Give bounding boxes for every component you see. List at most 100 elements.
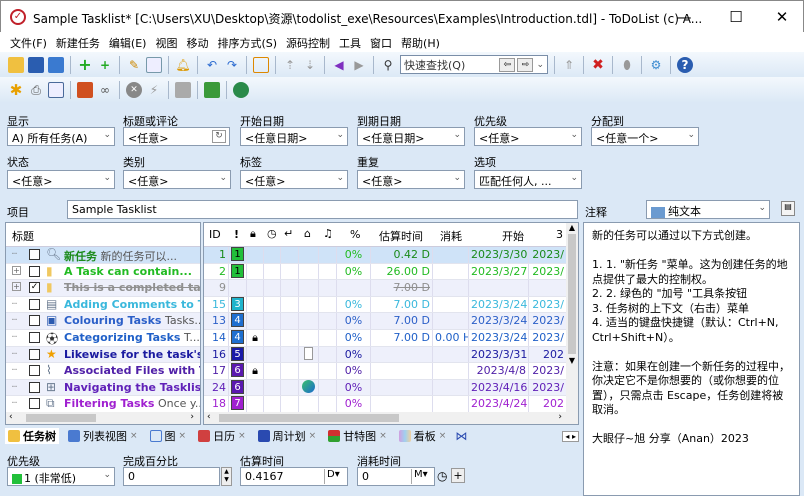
column-header-priority[interactable]: ! (234, 228, 239, 241)
filter-category-combo[interactable]: <任意> ⌄ (123, 170, 231, 189)
column-header-start[interactable]: 开始 (502, 228, 524, 244)
filter-title-input[interactable]: <任意> ↻ (123, 127, 230, 146)
add-time-icon[interactable]: + (451, 468, 465, 483)
task-grid-row[interactable]: 17 6 🔒︎ 0% 2023/4/8 2023/ (204, 363, 578, 380)
notes-textarea[interactable]: 新的任务可以通过以下方式创建。 1. 1. "新任务 "菜单。这为创建任务的地点… (583, 222, 800, 496)
completion-checkbox[interactable] (29, 365, 40, 377)
column-header-due[interactable]: 3 (556, 228, 563, 241)
filter-start-combo[interactable]: <任意日期> ⌄ (240, 127, 348, 146)
grid-horizontal-scrollbar[interactable]: ‹ › (204, 412, 578, 424)
maximize-button[interactable]: ☐ (713, 5, 759, 29)
find-next-button[interactable]: ⇨ (517, 57, 534, 72)
redo-icon[interactable]: ↷ (224, 57, 240, 73)
tab-scroll-buttons[interactable]: ◂ ▸ (562, 430, 579, 442)
task-title[interactable]: Likewise for the task's ... (64, 348, 200, 361)
move-down-icon[interactable]: ⇣ (302, 57, 318, 73)
priority-badge[interactable]: 1 (231, 263, 244, 278)
filter-status-combo[interactable]: <任意> ⌄ (7, 170, 115, 189)
completion-checkbox[interactable] (29, 249, 40, 260)
task-title[interactable]: Navigating the Tasklist (64, 381, 200, 394)
completion-checkbox[interactable] (29, 298, 40, 310)
close-icon[interactable]: × (309, 431, 317, 441)
return-icon[interactable]: ↵ (284, 227, 293, 240)
task-title[interactable]: Colouring Tasks (64, 314, 161, 327)
find-prev-button[interactable]: ⇦ (499, 57, 516, 72)
estimate-input[interactable]: 0.4167 D▾ (240, 467, 348, 486)
print-icon[interactable]: ⎙ (28, 82, 44, 98)
task-grid-row[interactable]: 13 4 0% 7.00 D 2023/3/24 2023/ (204, 313, 578, 330)
menu-new-task[interactable]: 新建任务 (54, 32, 107, 52)
refresh-icon[interactable]: ↻ (212, 130, 226, 143)
tab-calendar[interactable]: 日历 × (195, 428, 249, 444)
task-tree-row[interactable]: ┈ ★ Likewise for the task's ... (6, 346, 200, 364)
tab-kanban[interactable]: 看板 × (396, 428, 450, 444)
menu-tools[interactable]: 工具 (337, 32, 368, 52)
file-icon[interactable] (304, 346, 313, 360)
task-tree-row[interactable]: ┈ ⚽︎ Categorizing Tasks T... (6, 330, 200, 347)
priority-badge[interactable]: 1 (231, 247, 244, 261)
center-icon[interactable] (253, 56, 269, 73)
open-folder-icon[interactable] (8, 56, 24, 73)
asterisk-icon[interactable]: ✱ (8, 82, 24, 98)
priority-badge[interactable]: 6 (231, 363, 244, 378)
task-tree-row[interactable]: ┈ 🔍︎ 新任务 新的任务可以... (6, 247, 200, 264)
spent-input[interactable]: 0 M▾ (357, 467, 435, 486)
menu-window[interactable]: 窗口 (368, 32, 399, 52)
save-all-icon[interactable] (48, 56, 64, 73)
file-link-icon[interactable]: ⌂ (304, 227, 311, 240)
menu-source-control[interactable]: 源码控制 (284, 32, 337, 52)
completion-checkbox[interactable] (29, 331, 40, 343)
expand-icon[interactable]: + (12, 265, 21, 275)
globe-icon[interactable] (233, 81, 249, 98)
priority-badge[interactable]: 4 (231, 329, 244, 344)
add-subtask-icon[interactable]: + (97, 57, 113, 73)
priority-badge[interactable]: 5 (231, 346, 244, 361)
task-title[interactable]: 新任务 (64, 250, 97, 263)
column-header-id[interactable]: ID (209, 228, 221, 241)
task-grid-row[interactable]: 15 3 0% 7.00 D 2023/3/24 2023/ (204, 296, 578, 314)
task-tree-row[interactable]: ┈ ⧉ Filtering Tasks Once y... (6, 396, 200, 413)
task-grid-row[interactable]: 18 7 0% 2023/4/24 202 (204, 396, 578, 413)
task-title[interactable]: Adding Comments to T... (64, 298, 200, 311)
priority-badge[interactable]: 3 (231, 296, 244, 311)
close-icon[interactable]: × (238, 431, 246, 441)
notes-format-combo[interactable]: 纯文本 ⌄ (646, 200, 770, 219)
filter-tags-combo[interactable]: <任意> ⌄ (240, 170, 348, 189)
completion-checkbox[interactable]: ✓ (29, 282, 40, 294)
percent-input[interactable]: 0 (123, 467, 220, 486)
ticket-icon[interactable] (204, 81, 220, 98)
priority-badge[interactable]: 4 (231, 313, 244, 328)
spent-unit-dropdown[interactable]: M▾ (411, 469, 433, 484)
close-icon[interactable]: × (179, 431, 187, 441)
grid-vertical-scrollbar[interactable]: ▲ ▼ (566, 223, 578, 412)
column-header-spent[interactable]: 消耗 (440, 228, 462, 244)
quick-find-combo[interactable]: 快速查找(Q) ⇦ ⇨ ⌄ (400, 55, 548, 74)
completion-checkbox[interactable] (29, 265, 40, 277)
task-tree-row[interactable]: + ▮ A Task can contain... (6, 264, 200, 281)
menu-move[interactable]: 移动 (184, 32, 215, 52)
priority-badge[interactable]: 7 (231, 396, 244, 411)
tab-list-view[interactable]: 列表视图 × (65, 428, 141, 444)
filter-show-combo[interactable]: A) 所有任务(A) ⌄ (7, 127, 115, 146)
delete-icon[interactable]: ✖ (590, 57, 606, 73)
task-tree-row[interactable]: ┈ ▤ Adding Comments to T... (6, 297, 200, 314)
back-arrow-icon[interactable]: ◀ (331, 57, 347, 73)
priority-combo[interactable]: 1 (非常低) ⌄ (7, 467, 115, 486)
estimate-unit-dropdown[interactable]: D▾ (324, 469, 346, 484)
task-tree-row[interactable]: ┈ ▣ Colouring Tasks Tasks... (6, 313, 200, 330)
stop-icon[interactable]: ✕ (126, 81, 142, 98)
lock-icon[interactable]: 🔒︎ (252, 331, 258, 344)
quick-find-input[interactable]: 快速查找(Q) (404, 57, 497, 73)
expand-icon[interactable]: + (12, 282, 21, 292)
filter-options-combo[interactable]: 匹配任何人, ... ⌄ (474, 170, 582, 189)
filter-assigned-combo[interactable]: <任意一个> ⌄ (591, 127, 699, 146)
completion-checkbox[interactable] (29, 398, 40, 410)
scroll-icon[interactable] (175, 81, 191, 98)
close-icon[interactable]: × (379, 431, 387, 441)
gear-icon[interactable]: ⚙ (648, 57, 664, 73)
priority-badge[interactable]: 6 (231, 379, 244, 394)
move-up-icon[interactable]: ⇡ (282, 57, 298, 73)
task-tree-row[interactable]: + ✓ ▮ This is a completed task (6, 280, 200, 297)
task-tree-row[interactable]: ┈ ⌇ Associated Files with T... (6, 363, 200, 380)
chevron-down-icon[interactable]: ⌄ (536, 60, 544, 70)
